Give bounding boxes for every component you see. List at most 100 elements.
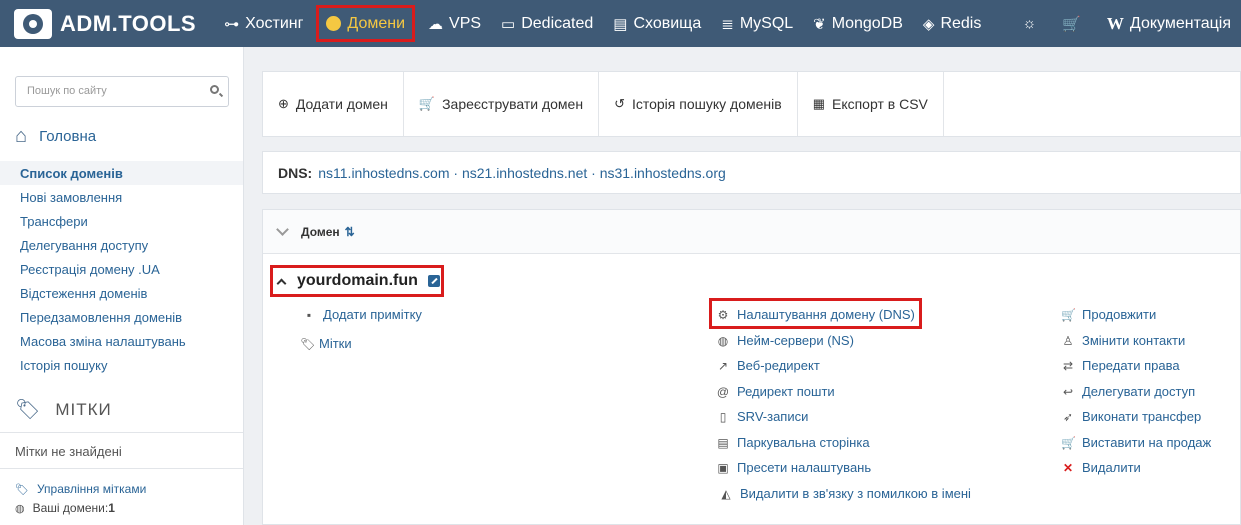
nav-item-redis[interactable]: ◈ Redis xyxy=(913,0,991,47)
mail-redirect-link[interactable]: @ Редирект пошти xyxy=(716,384,835,399)
at-icon: @ xyxy=(716,384,730,399)
nav-item-vps[interactable]: ☁ VPS xyxy=(418,0,491,47)
nav-item-domains[interactable]: Домени xyxy=(316,5,416,42)
sidebar-item-domain-tracking[interactable]: Відстеження доменів xyxy=(20,286,147,301)
divider xyxy=(0,432,243,433)
tags-link[interactable]: 🏷 Мітки xyxy=(300,336,352,351)
sidebar-item-transfers[interactable]: Трансфери xyxy=(20,214,88,229)
domain-name[interactable]: yourdomain.fun xyxy=(297,272,418,290)
nav-item-mysql[interactable]: ≣ MySQL xyxy=(711,0,803,47)
lightbulb-icon: ☼ xyxy=(1022,15,1037,32)
sidebar-item-bulk-settings[interactable]: Масова зміна налаштувань xyxy=(20,334,186,349)
leaf-icon: ❦ xyxy=(813,15,826,33)
nav-item-mongodb[interactable]: ❦ MongoDB xyxy=(803,0,913,47)
nav-item-label: MySQL xyxy=(739,14,794,32)
file-excel-icon: ▦ xyxy=(812,96,825,111)
action-label: Продовжити xyxy=(1082,307,1157,322)
delegate-access-link[interactable]: ↩ Делегувати доступ xyxy=(1061,384,1195,399)
cart-icon: 🛒 xyxy=(1061,307,1076,322)
nav-item-dedicated[interactable]: ▭ Dedicated xyxy=(491,0,603,47)
top-navbar: ADM.TOOLS ⊶ Хостинг Домени ☁ VPS ▭ Dedic… xyxy=(0,0,1241,47)
nav-item-label: Хостинг xyxy=(245,14,304,32)
sidebar-item-search-history[interactable]: Історія пошуку xyxy=(20,358,107,373)
sell-domain-link[interactable]: 🛒 Виставити на продаж xyxy=(1061,435,1211,450)
cart-icon: 🛒 xyxy=(418,96,436,111)
your-domains-value: 1 xyxy=(108,501,115,515)
tags-icon: 🏷 xyxy=(15,483,29,496)
sidebar-item-home[interactable]: ⌂ Головна xyxy=(15,125,96,148)
gear-icon: ⚙ xyxy=(717,307,729,322)
cart-button[interactable]: 🛒 xyxy=(1052,0,1097,47)
action-label: Паркувальна сторінка xyxy=(737,435,870,450)
search-history-button[interactable]: ↺ Історія пошуку доменів xyxy=(599,72,798,136)
action-label: SRV-записи xyxy=(737,409,809,424)
add-domain-button[interactable]: ⊕ Додати домен xyxy=(263,72,404,136)
divider xyxy=(0,468,243,469)
domains-table-header: Домен ⇅ xyxy=(263,210,1240,254)
manage-tags-link[interactable]: 🏷 Управління мітками xyxy=(15,482,146,496)
chevron-down-icon[interactable] xyxy=(276,223,289,236)
parking-page-link[interactable]: ▤ Паркувальна сторінка xyxy=(716,435,870,450)
nameservers-link[interactable]: ◍ Нейм-сервери (NS) xyxy=(716,333,854,348)
srv-records-link[interactable]: ▯ SRV-записи xyxy=(716,409,809,424)
lightbulb-button[interactable]: ☼ xyxy=(1012,0,1052,47)
briefcase-icon: ▣ xyxy=(717,460,729,475)
action-label: Видалити xyxy=(1082,460,1141,475)
search-input[interactable]: Пошук по сайту xyxy=(15,76,229,107)
sidebar-item-new-orders[interactable]: Нові замовлення xyxy=(20,190,122,205)
sitemap-icon: ⊶ xyxy=(224,15,240,33)
do-transfer-link[interactable]: ➶ Виконати трансфер xyxy=(1061,409,1201,424)
sidebar-item-access-delegation[interactable]: Делегування доступу xyxy=(20,238,148,253)
home-icon: ⌂ xyxy=(15,125,28,147)
your-domains-count: ◍ Ваші домени: 1 xyxy=(15,501,115,515)
register-domain-button[interactable]: 🛒 Зареєструвати домен xyxy=(404,72,600,136)
tags-icon: 🏷 xyxy=(15,399,42,421)
logo[interactable]: ADM.TOOLS xyxy=(14,0,196,47)
domain-toolbar: ⊕ Додати домен 🛒 Зареєструвати домен ↺ І… xyxy=(262,71,1241,137)
web-redirect-link[interactable]: ↗ Веб-редирект xyxy=(716,358,820,373)
action-label: Передати права xyxy=(1082,358,1180,373)
domain-row-name[interactable]: yourdomain.fun xyxy=(270,265,444,297)
your-domains-label: Ваші домени: xyxy=(32,501,109,515)
dns-label: DNS: xyxy=(278,164,313,181)
nav-item-hosting[interactable]: ⊶ Хостинг xyxy=(214,0,313,47)
domain-column-header[interactable]: Домен xyxy=(301,225,340,239)
nav-right: ☼ 🛒 W Документація xyxy=(1012,0,1241,47)
renew-link[interactable]: 🛒 Продовжити xyxy=(1061,307,1156,322)
tags-label: Мітки xyxy=(319,336,352,351)
action-label: Видалити в зв'язку з помилкою в імені xyxy=(740,486,971,501)
search-placeholder: Пошук по сайту xyxy=(27,85,107,97)
cube-icon: ◈ xyxy=(922,15,935,33)
export-csv-button[interactable]: ▦ Експорт в CSV xyxy=(798,72,944,136)
dns-settings-link[interactable]: ⚙ Налаштування домену (DNS) xyxy=(716,307,915,322)
change-contacts-link[interactable]: ♙ Змінити контакти xyxy=(1061,333,1186,348)
cart-icon: 🛒 xyxy=(1062,15,1081,33)
tags-icon: 🏷 xyxy=(300,336,316,351)
file-icon: ▯ xyxy=(719,409,727,424)
external-link-icon[interactable] xyxy=(427,275,440,287)
delete-domain-link[interactable]: ✕ Видалити xyxy=(1061,460,1141,475)
tags-heading: 🏷 МІТКИ xyxy=(15,397,112,422)
transfer-rights-link[interactable]: ⇄ Передати права xyxy=(1061,358,1180,373)
history-icon: ↺ xyxy=(614,96,625,111)
add-note-link[interactable]: ▪ Додати примітку xyxy=(302,307,422,322)
exchange-icon: ⇄ xyxy=(1062,358,1074,373)
nav-item-docs[interactable]: W Документація xyxy=(1097,0,1241,47)
search-history-label: Історія пошуку доменів xyxy=(631,96,782,112)
eraser-icon: ◭ xyxy=(721,486,731,501)
user-icon: ♙ xyxy=(1062,333,1074,348)
action-label: Налаштування домену (DNS) xyxy=(737,307,915,322)
sidebar-item-domain-list[interactable]: Список доменів xyxy=(20,166,123,181)
settings-presets-link[interactable]: ▣ Пресети налаштувань xyxy=(716,460,871,475)
chevron-up-icon[interactable] xyxy=(276,278,287,288)
action-label: Нейм-сервери (NS) xyxy=(737,333,854,348)
note-icon: ▪ xyxy=(306,307,312,322)
database-icon: ≣ xyxy=(721,15,734,33)
nav-item-storage[interactable]: ▤ Сховища xyxy=(603,0,711,47)
cloud-icon: ☁ xyxy=(428,15,444,33)
sidebar-item-ua-registration[interactable]: Реєстрація домену .UA xyxy=(20,262,160,277)
sort-icon[interactable]: ⇅ xyxy=(345,225,355,239)
dns-servers[interactable]: ns11.inhostedns.com · ns21.inhostedns.ne… xyxy=(318,165,726,181)
delete-name-error-link[interactable]: ◭ Видалити в зв'язку з помилкою в імені xyxy=(719,486,971,501)
sidebar-item-preorders[interactable]: Передзамовлення доменів xyxy=(20,310,182,325)
